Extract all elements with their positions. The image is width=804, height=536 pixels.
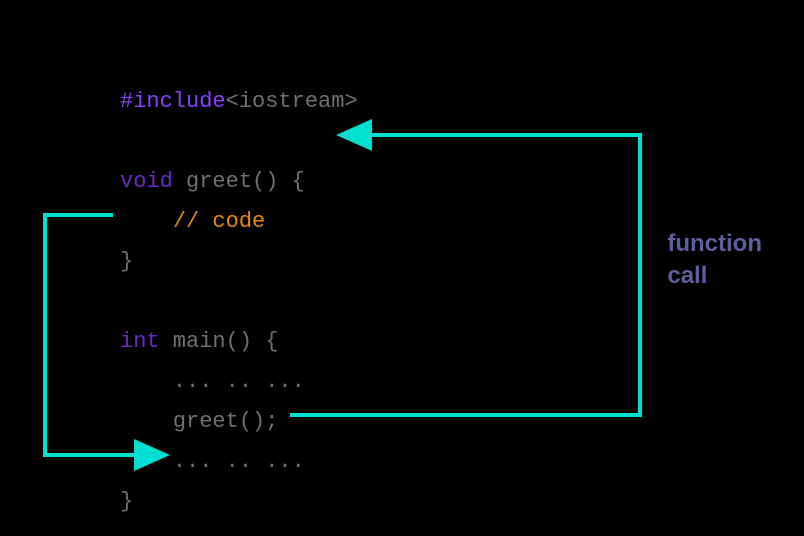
kw-int: int: [120, 329, 160, 354]
indent: [120, 449, 173, 474]
ellipsis-after: ... .. ...: [173, 449, 305, 474]
brace-close-main: }: [120, 489, 133, 514]
indent: [120, 409, 173, 434]
preproc-include: #include: [120, 89, 226, 114]
ellipsis-before: ... .. ...: [173, 369, 305, 394]
header-iostream: <iostream>: [226, 89, 358, 114]
brace-open: {: [292, 169, 305, 194]
annotation-line2: call: [667, 260, 762, 292]
indent: [120, 209, 173, 234]
brace-close: }: [120, 249, 133, 274]
brace-open-main: {: [265, 329, 278, 354]
code-block: #include<iostream> void greet() { // cod…: [120, 42, 358, 522]
annotation-function-call: function call: [667, 228, 762, 292]
annotation-line1: function: [667, 228, 762, 260]
kw-void: void: [120, 169, 173, 194]
fn-main-decl: main(): [160, 329, 266, 354]
indent: [120, 369, 173, 394]
fn-greet-decl: greet(): [173, 169, 292, 194]
comment-code: // code: [173, 209, 265, 234]
fn-greet-call: greet();: [173, 409, 279, 434]
